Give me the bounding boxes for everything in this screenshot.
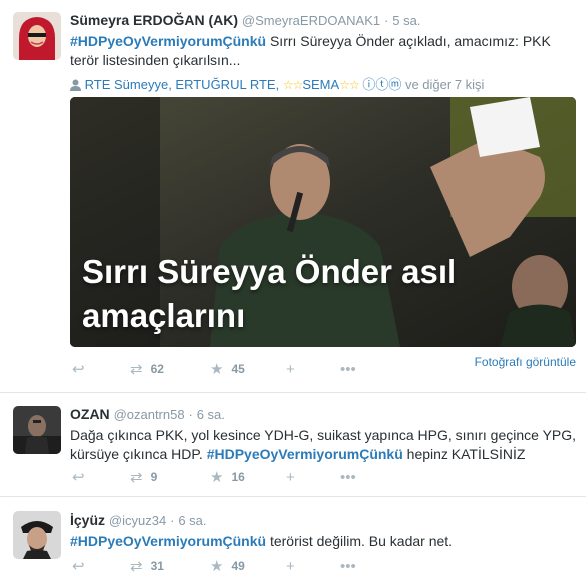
tweet-text: #HDPyeOyVermiyorumÇünkü Sırrı Süreyya Ön… xyxy=(70,32,578,70)
tweet-actions: ↩ ⇄ 62 ★ 45 + ••• xyxy=(72,360,364,379)
tweet[interactable]: İçyüz @icyuz34 · 6 sa. #HDPyeOyVermiyoru… xyxy=(0,497,586,587)
tweet[interactable]: Sümeyra ERDOĞAN (AK) @SmeyraERDOANAK1 · … xyxy=(0,0,586,393)
reply-button[interactable]: ↩ xyxy=(72,468,130,486)
star-emoji-icon: ☆☆ xyxy=(339,78,359,92)
username[interactable]: @ozantrn58 xyxy=(114,407,185,422)
retweet-icon: ⇄ xyxy=(130,469,143,486)
separator-dot: · xyxy=(170,513,175,528)
tweet-text-post: hepinz KATİLSİNİZ xyxy=(402,446,526,462)
follow-button[interactable]: + xyxy=(286,469,340,486)
fullname[interactable]: OZAN xyxy=(70,406,110,422)
tagged-extra[interactable]: ⓘⓣⓜ xyxy=(362,77,401,92)
separator-dot: · xyxy=(188,407,193,422)
tweet-header: OZAN @ozantrn58 · 6 sa. xyxy=(70,405,578,424)
retweet-button[interactable]: ⇄ 31 xyxy=(130,557,210,575)
favorite-count: 45 xyxy=(231,362,245,376)
hashtag-link[interactable]: #HDPyeOyVermiyorumÇünkü xyxy=(70,33,266,49)
tweet-photo[interactable]: Sırrı Süreyya Önder asıl amaçlarını açık… xyxy=(70,97,576,347)
favorite-button[interactable]: ★ 49 xyxy=(210,557,286,575)
follow-icon: + xyxy=(286,557,295,575)
tagged-names[interactable]: RTE Sümeyye, ERTUĞRUL RTE, xyxy=(85,77,280,92)
tweet-text-body: terörist değilim. Bu kadar net. xyxy=(266,533,453,549)
tweet-text: Dağa çıkınca PKK, yol kesince YDH-G, sui… xyxy=(70,426,578,464)
follow-button[interactable]: + xyxy=(286,558,340,575)
hashtag-link[interactable]: #HDPyeOyVermiyorumÇünkü xyxy=(70,533,266,549)
star-icon: ★ xyxy=(210,469,224,486)
more-icon: ••• xyxy=(340,468,356,486)
favorite-count: 16 xyxy=(231,470,245,484)
username[interactable]: @SmeyraERDOANAK1 xyxy=(242,13,380,28)
avatar[interactable] xyxy=(13,511,61,559)
retweet-icon: ⇄ xyxy=(130,558,143,575)
more-button[interactable]: ••• xyxy=(340,558,364,575)
tweet-actions: ↩ ⇄ 31 ★ 49 + ••• xyxy=(72,557,364,576)
tweet-actions: ↩ ⇄ 9 ★ 16 + ••• xyxy=(72,468,364,487)
fullname[interactable]: İçyüz xyxy=(70,512,105,528)
follow-icon: + xyxy=(286,468,295,486)
tweet-header: Sümeyra ERDOĞAN (AK) @SmeyraERDOANAK1 · … xyxy=(70,11,578,30)
favorite-count: 49 xyxy=(231,559,245,573)
person-icon xyxy=(70,78,81,96)
avatar[interactable] xyxy=(13,12,61,60)
star-icon: ★ xyxy=(210,361,224,378)
more-icon: ••• xyxy=(340,557,356,575)
retweet-icon: ⇄ xyxy=(130,361,143,378)
more-icon: ••• xyxy=(340,360,356,378)
view-photo-link[interactable]: Fotoğrafı görüntüle xyxy=(475,355,576,369)
star-emoji-icon: ☆☆ xyxy=(282,78,303,92)
follow-button[interactable]: + xyxy=(286,361,340,378)
retweet-button[interactable]: ⇄ 62 xyxy=(130,360,210,378)
star-icon: ★ xyxy=(210,558,224,575)
reply-button[interactable]: ↩ xyxy=(72,360,130,378)
tweet-header: İçyüz @icyuz34 · 6 sa. xyxy=(70,511,578,530)
photo-caption-line2: açıkladı xyxy=(82,338,576,347)
tweet-text: #HDPyeOyVermiyorumÇünkü terörist değilim… xyxy=(70,532,578,551)
username[interactable]: @icyuz34 xyxy=(109,513,166,528)
reply-icon: ↩ xyxy=(72,558,85,575)
photo-caption-line1: Sırrı Süreyya Önder asıl amaçlarını xyxy=(82,253,457,334)
tagged-users[interactable]: RTE Sümeyye, ERTUĞRUL RTE, ☆☆SEMA☆☆ ⓘⓣⓜ … xyxy=(70,76,578,96)
tagged-sema[interactable]: SEMA xyxy=(302,77,339,92)
follow-icon: + xyxy=(286,360,295,378)
more-button[interactable]: ••• xyxy=(340,361,364,378)
separator-dot: · xyxy=(384,13,389,28)
retweet-button[interactable]: ⇄ 9 xyxy=(130,468,210,486)
photo-caption: Sırrı Süreyya Önder asıl amaçlarını açık… xyxy=(82,250,576,347)
retweet-count: 62 xyxy=(150,362,164,376)
hashtag-link[interactable]: #HDPyeOyVermiyorumÇünkü xyxy=(207,446,403,462)
reply-icon: ↩ xyxy=(72,469,85,486)
timestamp[interactable]: 5 sa. xyxy=(392,13,420,28)
favorite-button[interactable]: ★ 45 xyxy=(210,360,286,378)
tagged-suffix[interactable]: ve diğer 7 kişi xyxy=(405,77,484,92)
timestamp[interactable]: 6 sa. xyxy=(178,513,206,528)
favorite-button[interactable]: ★ 16 xyxy=(210,468,286,486)
fullname[interactable]: Sümeyra ERDOĞAN (AK) xyxy=(70,12,238,28)
retweet-count: 9 xyxy=(150,470,158,484)
avatar[interactable] xyxy=(13,406,61,454)
timestamp[interactable]: 6 sa. xyxy=(197,407,225,422)
tweet[interactable]: OZAN @ozantrn58 · 6 sa. Dağa çıkınca PKK… xyxy=(0,393,586,497)
reply-icon: ↩ xyxy=(72,361,85,378)
more-button[interactable]: ••• xyxy=(340,469,364,486)
retweet-count: 31 xyxy=(150,559,164,573)
reply-button[interactable]: ↩ xyxy=(72,557,130,575)
